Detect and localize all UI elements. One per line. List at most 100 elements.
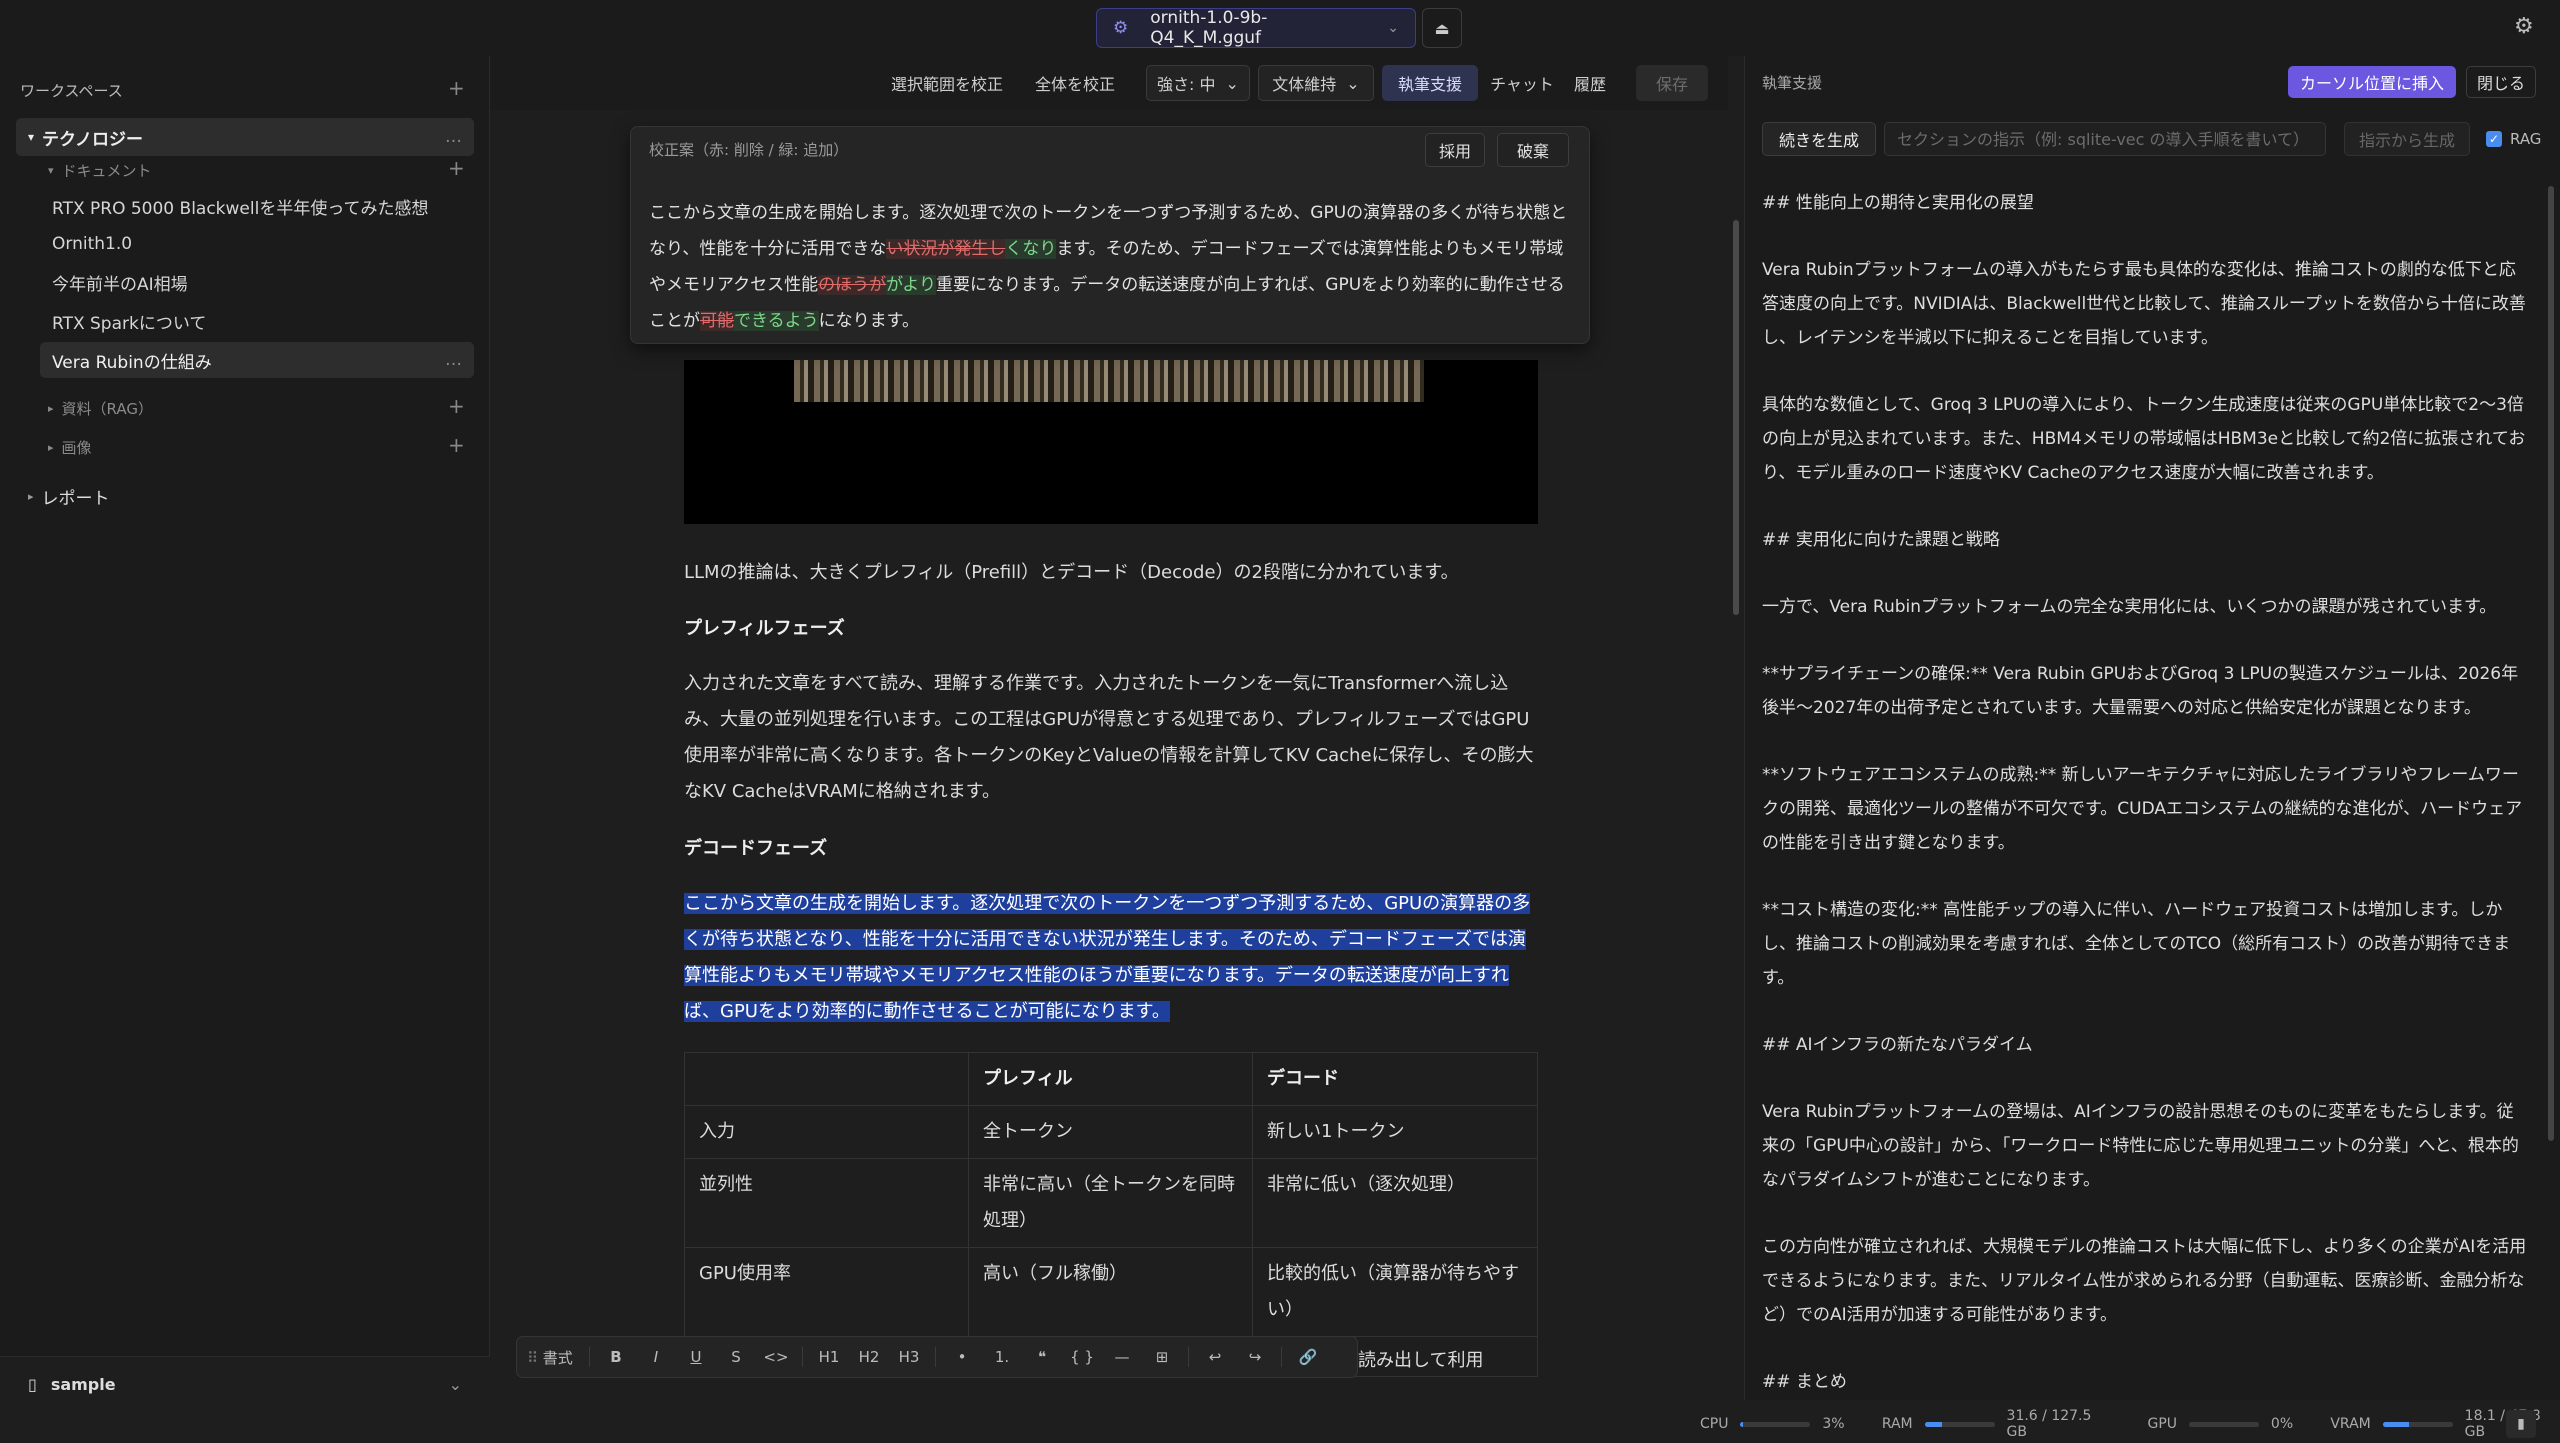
table-cell[interactable]: GPU使用率 [684,1247,969,1337]
generate-continuation-button[interactable]: 続きを生成 [1762,122,1876,156]
strike-button[interactable]: S [716,1348,756,1366]
bold-button[interactable]: B [596,1348,636,1366]
table-header[interactable]: デコード [1252,1052,1538,1106]
model-selector[interactable]: ⚙ ornith-1.0-9b-Q4_K_M.gguf ⌄ [1096,8,1416,48]
comparison-table[interactable]: プレフィル デコード 入力 全トークン 新しい1トークン 並列性 非常に高い（全… [684,1052,1538,1377]
add-document-icon[interactable]: + [448,156,465,180]
table-button[interactable]: ⊞ [1142,1348,1182,1366]
doc-item-active[interactable]: Vera Rubinの仕組み … [40,342,474,378]
output-paragraph: ## 性能向上の期待と実用化の展望 [1762,193,2034,213]
redo-button[interactable]: ↪ [1235,1348,1275,1366]
h2-button[interactable]: H2 [849,1348,889,1366]
link-button[interactable]: 🔗 [1288,1348,1328,1366]
gpu-meter [2189,1421,2259,1427]
chevron-down-icon: ⌄ [1387,20,1399,36]
table-cell[interactable]: 高い（フル稼働） [968,1247,1253,1337]
cpu-meter [1740,1421,1811,1427]
insert-at-cursor-button[interactable]: カーソル位置に挿入 [2288,66,2456,98]
folder-technology[interactable]: ▾ テクノロジー … [16,118,474,156]
rag-toggle[interactable]: ✓ RAG [2486,130,2541,148]
output-paragraph: ## 実用化に向けた課題と戦略 [1762,530,2000,550]
style-select[interactable]: 文体維持 ⌄ [1258,65,1374,101]
assist-scrollbar[interactable] [2548,186,2554,1141]
assist-output[interactable]: ## 性能向上の期待と実用化の展望 Vera Rubinプラットフォームの導入が… [1762,186,2528,1432]
doc-title: Vera Rubinの仕組み [52,352,212,373]
output-paragraph: **サプライチェーンの確保:** Vera Rubin GPUおよびGroq 3… [1762,664,2519,718]
heading-prefill[interactable]: プレフィルフェーズ [684,614,845,640]
h3-button[interactable]: H3 [889,1348,929,1366]
proofread-popup: 校正案（赤: 削除 / 緑: 追加） 採用 破棄 ここから文章の生成を開始します… [630,126,1590,344]
bar-chart-icon[interactable]: ▮ [2506,1410,2536,1438]
divider [589,1347,590,1367]
table-header[interactable]: プレフィル [968,1052,1253,1106]
divider-button[interactable]: — [1102,1348,1142,1366]
strength-select[interactable]: 強さ: 中 ⌄ [1146,65,1250,101]
selected-paragraph[interactable]: ここから文章の生成を開始します。逐次処理で次のトークンを一つずつ予測するため、G… [684,886,1538,1030]
more-icon[interactable]: … [445,127,462,147]
table-cell[interactable]: 比較的低い（演算器が待ちやすい） [1252,1247,1538,1337]
paragraph[interactable]: LLMの推論は、大きくプレフィル（Prefill）とデコード（Decode）の2… [684,555,1538,591]
group-rag[interactable]: ▸ 資料（RAG） [48,398,153,419]
more-icon[interactable]: … [445,350,462,370]
quote-button[interactable]: ❝ [1022,1348,1062,1366]
doc-item[interactable]: Ornith1.0 [40,226,132,262]
diff-text: になります。 [818,311,919,331]
table-cell[interactable]: 新しい1トークン [1252,1105,1538,1159]
italic-button[interactable]: I [636,1348,676,1366]
workspace-switcher[interactable]: ▯ sample ⌄ [0,1356,490,1412]
table-row: 並列性 非常に高い（全トークンを同時処理） 非常に低い（逐次処理） [684,1158,1538,1248]
group-images[interactable]: ▸ 画像 [48,437,92,458]
table-cell[interactable]: 非常に低い（逐次処理） [1252,1158,1538,1248]
group-label: 画像 [61,439,92,457]
numbered-list-button[interactable]: 1. [982,1348,1022,1366]
fix-selection-button[interactable]: 選択範囲を校正 [882,65,1012,101]
gear-icon[interactable]: ⚙ [2514,14,2534,39]
paragraph[interactable]: 入力された文章をすべて読み、理解する作業です。入力されたトークンを一気にTran… [684,666,1538,810]
diff-added: がより [886,275,936,295]
code-block-button[interactable]: { } [1062,1348,1102,1366]
table-cell[interactable]: 全トークン [968,1105,1253,1159]
eject-button[interactable]: ⏏ [1422,8,1462,48]
heading-decode[interactable]: デコードフェーズ [684,834,827,860]
add-workspace-icon[interactable]: + [448,76,465,100]
selected-text[interactable]: ここから文章の生成を開始します。逐次処理で次のトークンを一つずつ予測するため、G… [684,893,1531,1022]
table-row: GPU使用率 高い（フル稼働） 比較的低い（演算器が待ちやすい） [684,1247,1538,1337]
format-style-button[interactable]: ⠿ 書式 [527,1347,583,1368]
underline-button[interactable]: U [676,1348,716,1366]
table-cell[interactable]: 並列性 [684,1158,969,1248]
table-header[interactable] [684,1052,969,1106]
discard-button[interactable]: 破棄 [1497,133,1569,167]
instruction-input[interactable] [1884,122,2326,156]
checkbox-checked-icon[interactable]: ✓ [2486,131,2502,147]
fix-all-button[interactable]: 全体を校正 [1020,65,1130,101]
table-cell[interactable]: 入力 [684,1105,969,1159]
doc-item[interactable]: RTX PRO 5000 Blackwellを半年使ってみた感想 [40,188,428,224]
editor-scrollbar[interactable] [1733,220,1739,615]
close-button[interactable]: 閉じる [2466,66,2536,98]
folder-report[interactable]: ▸ レポート [28,484,110,509]
embedded-image [684,360,1538,524]
save-button[interactable]: 保存 [1636,65,1708,101]
select-value: 文体維持 [1272,75,1337,94]
h1-button[interactable]: H1 [809,1348,849,1366]
tab-chat[interactable]: チャット [1486,65,1558,101]
caret-right-icon: ▸ [48,402,54,415]
code-button[interactable]: <> [756,1348,796,1366]
undo-button[interactable]: ↩ [1195,1348,1235,1366]
drag-handle-icon[interactable]: ⠿ [527,1349,543,1367]
tab-history[interactable]: 履歴 [1562,65,1618,101]
cpu-label: CPU [1700,1416,1729,1432]
caret-down-icon: ▾ [48,164,54,177]
add-image-icon[interactable]: + [448,433,465,457]
table-cell[interactable]: 非常に高い（全トークンを同時処理） [968,1158,1253,1248]
assist-title: 執筆支援 [1762,74,1823,92]
generate-from-instruction-button[interactable]: 指示から生成 [2344,122,2470,156]
add-rag-icon[interactable]: + [448,394,465,418]
bullet-list-button[interactable]: • [942,1348,982,1366]
group-documents[interactable]: ▾ ドキュメント [48,160,152,181]
doc-item[interactable]: 今年前半のAI相場 [40,264,188,300]
divider [802,1347,803,1367]
tab-writing-assist[interactable]: 執筆支援 [1382,65,1478,101]
adopt-button[interactable]: 採用 [1425,133,1485,167]
doc-item[interactable]: RTX Sparkについて [40,303,206,339]
